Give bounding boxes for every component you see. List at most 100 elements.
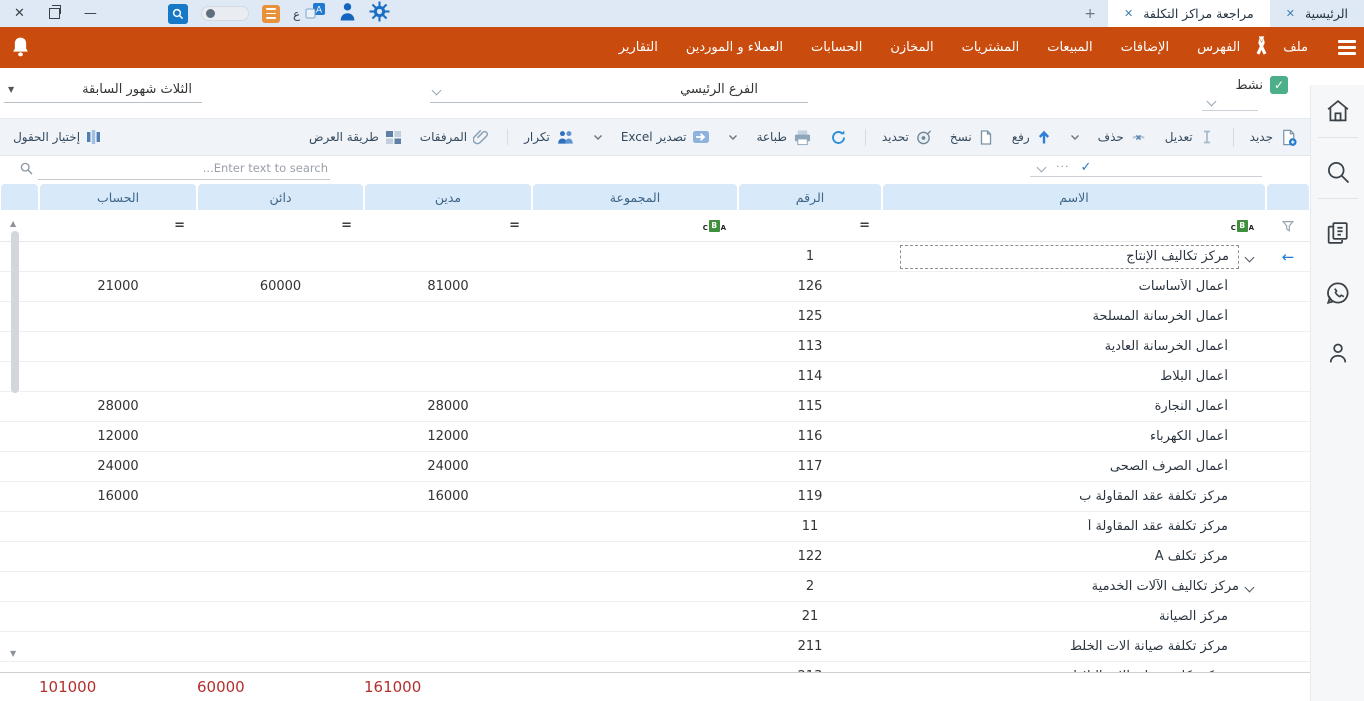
- debit-cell[interactable]: [364, 632, 532, 661]
- user-icon[interactable]: [339, 2, 356, 25]
- quick-search-button[interactable]: [168, 4, 188, 24]
- filter-number[interactable]: =: [738, 218, 882, 233]
- period-select[interactable]: الثلاث شهور السابقة ▼: [4, 80, 202, 103]
- debit-cell[interactable]: [364, 542, 532, 571]
- active-dropdown[interactable]: [1202, 96, 1258, 111]
- toolbar-button-print[interactable]: طباعة: [756, 129, 811, 146]
- toolbar-button-view-mode[interactable]: طريقة العرض: [309, 130, 402, 145]
- translate-icon[interactable]: A: [305, 2, 326, 25]
- credit-cell[interactable]: [197, 542, 364, 571]
- group-cell[interactable]: [532, 512, 738, 541]
- column-header-number[interactable]: الرقم: [739, 184, 881, 210]
- notifications-bell-icon[interactable]: [10, 36, 31, 63]
- settings-gear-icon[interactable]: [369, 1, 390, 26]
- name-cell[interactable]: مركز الصيانة: [882, 602, 1266, 631]
- number-cell[interactable]: 1: [738, 242, 882, 271]
- menu-item-4[interactable]: المشتريات: [962, 40, 1020, 55]
- account-cell[interactable]: [39, 362, 197, 391]
- table-row[interactable]: مركز تكاليف الآلات الخدمية 2: [0, 572, 1310, 602]
- table-row[interactable]: مركز تكلفة صيانة آلات الخلط 211: [0, 632, 1310, 662]
- group-cell[interactable]: [532, 542, 738, 571]
- name-cell[interactable]: أعمال النجارة: [882, 392, 1266, 421]
- account-cell[interactable]: [39, 542, 197, 571]
- new-tab-button[interactable]: +: [1072, 0, 1108, 27]
- toolbar-button-export[interactable]: تصدير Excel: [621, 130, 711, 144]
- credit-cell[interactable]: [197, 512, 364, 541]
- expand-chevron-icon[interactable]: [1245, 583, 1255, 593]
- group-cell[interactable]: [532, 332, 738, 361]
- account-cell[interactable]: [39, 302, 197, 331]
- scrollbar-thumb[interactable]: [11, 231, 19, 393]
- number-cell[interactable]: 115: [738, 392, 882, 421]
- table-row[interactable]: أعمال الصرف الصحى 117 24000 24000: [0, 452, 1310, 482]
- group-cell[interactable]: [532, 662, 738, 672]
- account-cell[interactable]: [39, 572, 197, 601]
- debit-cell[interactable]: [364, 332, 532, 361]
- account-cell[interactable]: 24000: [39, 452, 197, 481]
- account-cell[interactable]: [39, 602, 197, 631]
- number-cell[interactable]: 213: [738, 662, 882, 672]
- tab-cost-centers-review[interactable]: مراجعة مراكز التكلفة ✕: [1108, 0, 1270, 27]
- credit-cell[interactable]: [197, 662, 364, 672]
- filter-check-widget[interactable]: ... ✓: [1030, 158, 1262, 177]
- close-tab-icon[interactable]: ✕: [1124, 7, 1133, 20]
- filter-debit[interactable]: =: [364, 218, 532, 233]
- table-row[interactable]: أعمال الأساسات 126 81000 60000 21000: [0, 272, 1310, 302]
- menu-item-5[interactable]: المخازن: [890, 40, 933, 55]
- close-tab-icon[interactable]: ✕: [1286, 7, 1295, 20]
- debit-cell[interactable]: [364, 302, 532, 331]
- account-cell[interactable]: 28000: [39, 392, 197, 421]
- sidebar-person-icon[interactable]: [1318, 327, 1358, 379]
- name-cell[interactable]: مركز تكلفة صيانة آلات البلاط: [882, 662, 1266, 672]
- group-cell[interactable]: [532, 362, 738, 391]
- menu-item-6[interactable]: الحسابات: [811, 40, 862, 55]
- group-cell[interactable]: [532, 242, 738, 271]
- debit-cell[interactable]: [364, 512, 532, 541]
- number-cell[interactable]: 113: [738, 332, 882, 361]
- table-row[interactable]: ← مركز تكاليف الإنتاج 1: [0, 242, 1310, 272]
- debit-cell[interactable]: [364, 602, 532, 631]
- sidebar-documents-icon[interactable]: [1318, 207, 1358, 259]
- table-row[interactable]: مركز تكلف A 122: [0, 542, 1310, 572]
- quick-menu-button[interactable]: [262, 5, 280, 23]
- filter-account[interactable]: =: [39, 218, 197, 233]
- toolbar-button-choose-fields[interactable]: إختيار الحقول: [13, 129, 101, 145]
- credit-cell[interactable]: [197, 632, 364, 661]
- group-cell[interactable]: [532, 452, 738, 481]
- debit-cell[interactable]: 12000: [364, 422, 532, 451]
- number-cell[interactable]: 11: [738, 512, 882, 541]
- menu-item-0[interactable]: ملف: [1283, 40, 1308, 55]
- credit-cell[interactable]: [197, 392, 364, 421]
- group-cell[interactable]: [532, 572, 738, 601]
- account-cell[interactable]: [39, 242, 197, 271]
- menu-item-1[interactable]: الفهرس: [1197, 40, 1240, 55]
- filter-group[interactable]: ABC: [532, 220, 738, 232]
- credit-cell[interactable]: [197, 242, 364, 271]
- number-cell[interactable]: 119: [738, 482, 882, 511]
- table-row[interactable]: أعمال النجارة 115 28000 28000: [0, 392, 1310, 422]
- credit-cell[interactable]: [197, 572, 364, 601]
- credit-cell[interactable]: [197, 452, 364, 481]
- search-input[interactable]: [38, 157, 330, 180]
- account-cell[interactable]: [39, 512, 197, 541]
- table-row[interactable]: أعمال الخرسانة العادية 113: [0, 332, 1310, 362]
- close-window-button[interactable]: ✕: [14, 7, 25, 20]
- number-cell[interactable]: 126: [738, 272, 882, 301]
- name-cell[interactable]: مركز تكلف A: [882, 542, 1266, 571]
- sidebar-whatsapp-icon[interactable]: [1318, 267, 1358, 319]
- name-cell[interactable]: أعمال الأساسات: [882, 272, 1266, 301]
- number-cell[interactable]: 2: [738, 572, 882, 601]
- minimize-window-button[interactable]: —: [84, 7, 97, 20]
- column-header-account[interactable]: الحساب: [40, 184, 196, 210]
- debit-cell[interactable]: 81000: [364, 272, 532, 301]
- credit-cell[interactable]: [197, 602, 364, 631]
- sidebar-home-icon[interactable]: [1318, 85, 1358, 138]
- toolbar-button-attachments[interactable]: المرفقات: [420, 129, 489, 146]
- name-cell[interactable]: أعمال الكهرباء: [882, 422, 1266, 451]
- active-checkbox[interactable]: ✓: [1270, 76, 1288, 94]
- menu-item-8[interactable]: التقارير: [619, 40, 658, 55]
- toolbar-button-upload[interactable]: رفع: [1012, 129, 1052, 145]
- column-header-name[interactable]: الاسم: [883, 184, 1265, 210]
- scrollbar-up-arrow[interactable]: ▲: [10, 219, 16, 228]
- number-cell[interactable]: 117: [738, 452, 882, 481]
